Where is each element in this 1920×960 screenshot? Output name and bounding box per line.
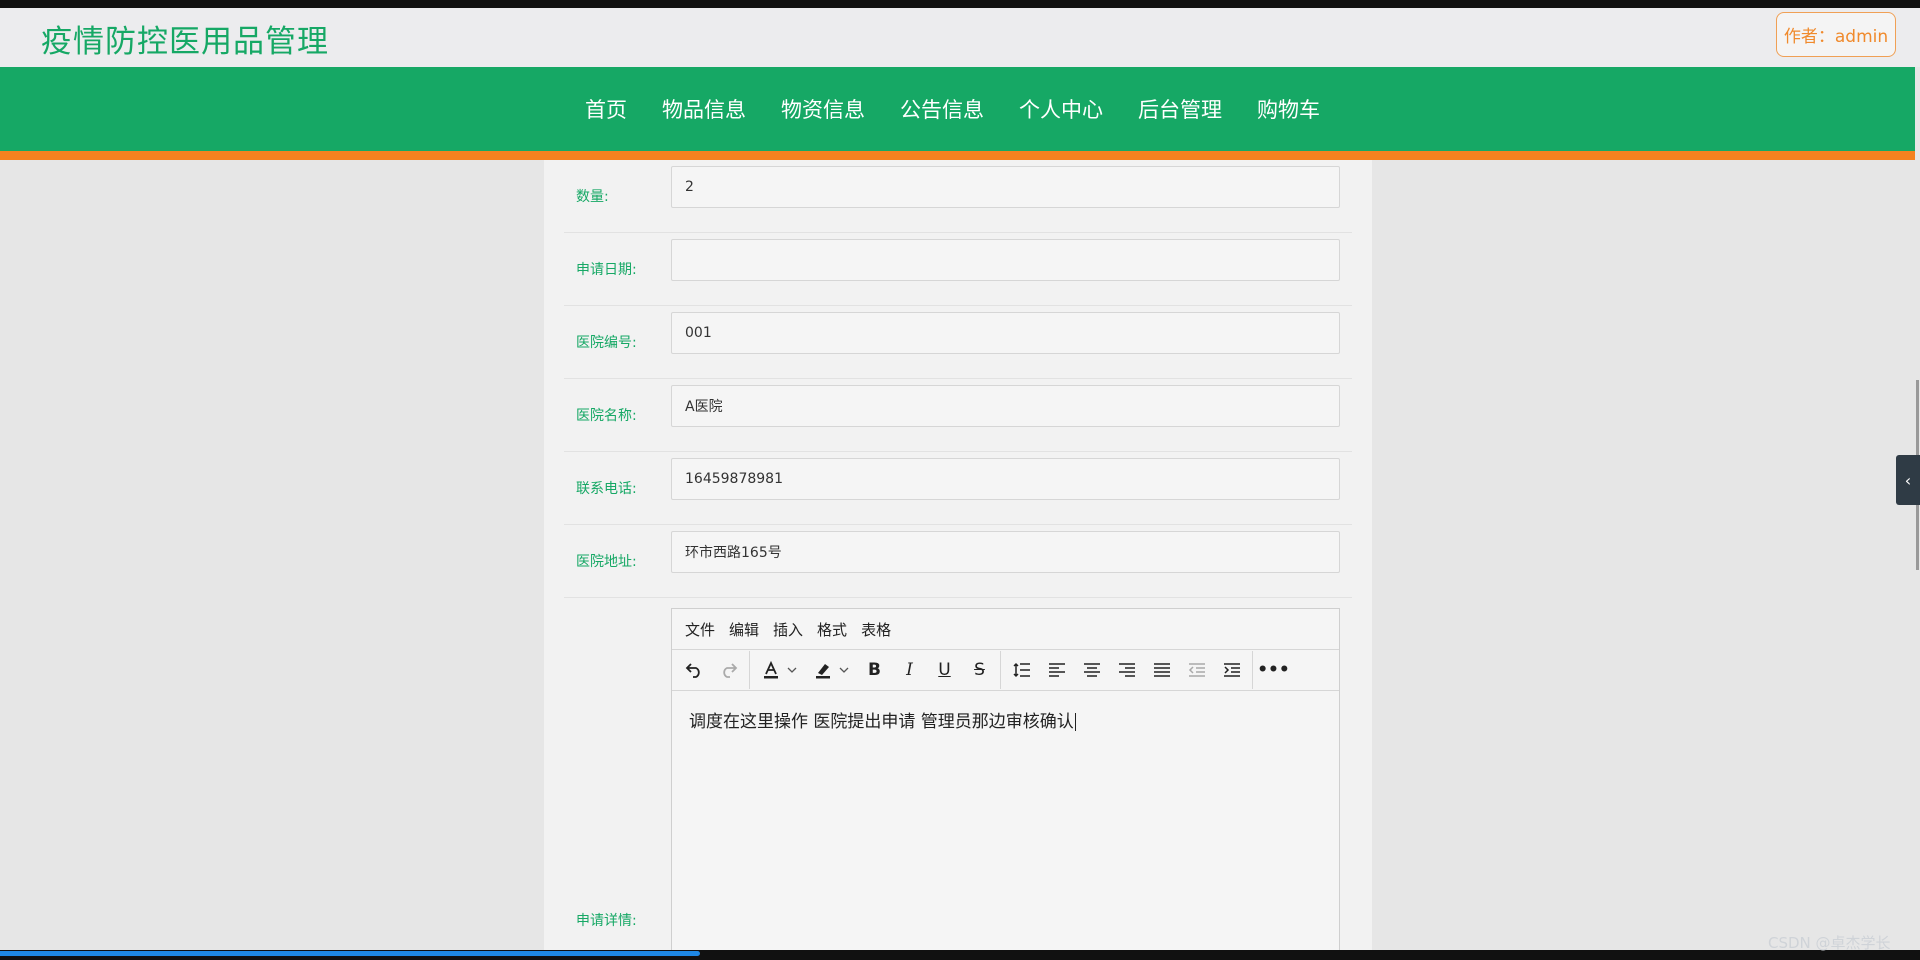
more-icon[interactable]: ••• (1256, 653, 1291, 688)
main-nav: 首页 物品信息 物资信息 公告信息 个人中心 后台管理 购物车 (0, 67, 1915, 151)
form-row-apply-date: 申请日期: (564, 233, 1352, 306)
detail-label: 申请详情: (576, 913, 637, 929)
window-top-bar (0, 0, 1920, 8)
page-progress-bar (0, 951, 700, 956)
application-form: 数量: 2 申请日期: 医院编号: 001 医院名称: A医院 联系电话: 16… (544, 160, 1372, 950)
quantity-label: 数量: (576, 189, 609, 205)
form-row-phone: 联系电话: 16459878981 (564, 452, 1352, 525)
editor-menu-edit[interactable]: 编辑 (729, 619, 759, 640)
toolbar-separator (1000, 651, 1001, 689)
site-title: 疫情防控医用品管理 (41, 24, 329, 60)
hospital-id-label: 医院编号: (576, 335, 637, 351)
nav-item-admin[interactable]: 后台管理 (1138, 94, 1222, 124)
align-left-icon[interactable] (1039, 653, 1074, 688)
editor-content-area[interactable]: 调度在这里操作 医院提出申请 管理员那边审核确认 (672, 691, 1339, 748)
editor-menu-format[interactable]: 格式 (817, 619, 847, 640)
bold-icon[interactable]: B (857, 653, 892, 688)
site-header: 疫情防控医用品管理 作者：admin (0, 8, 1920, 67)
editor-toolbar: B I U S ••• (672, 650, 1339, 691)
nav-item-cart[interactable]: 购物车 (1257, 94, 1320, 124)
nav-item-announcements[interactable]: 公告信息 (900, 94, 984, 124)
editor-menu-table[interactable]: 表格 (861, 619, 891, 640)
redo-icon[interactable] (711, 653, 746, 688)
apply-date-label: 申请日期: (576, 262, 637, 278)
form-row-hospital-id: 医院编号: 001 (564, 306, 1352, 379)
toolbar-separator (749, 651, 750, 689)
line-height-icon[interactable] (1004, 653, 1039, 688)
text-color-icon[interactable] (753, 660, 805, 680)
nav-menu: 首页 物品信息 物资信息 公告信息 个人中心 后台管理 购物车 (585, 67, 1355, 151)
rich-text-editor: 文件 编辑 插入 格式 表格 B I U S ••• 调度在这里操作 医院提出申… (671, 608, 1340, 950)
hospital-name-label: 医院名称: (576, 408, 637, 424)
nav-item-personal-center[interactable]: 个人中心 (1019, 94, 1103, 124)
chevron-left-icon: ‹ (1904, 470, 1912, 490)
nav-item-goods-info[interactable]: 物品信息 (662, 94, 746, 124)
form-row-hospital-name: 医院名称: A医院 (564, 379, 1352, 452)
underline-icon[interactable]: U (927, 653, 962, 688)
italic-icon[interactable]: I (892, 653, 927, 688)
address-input[interactable]: 环市西路165号 (671, 531, 1340, 573)
highlight-color-icon[interactable] (805, 660, 857, 680)
align-justify-icon[interactable] (1144, 653, 1179, 688)
editor-menu-file[interactable]: 文件 (685, 619, 715, 640)
text-caret (1074, 713, 1076, 731)
editor-content-text: 调度在这里操作 医院提出申请 管理员那边审核确认 (689, 712, 1074, 732)
editor-menu-insert[interactable]: 插入 (773, 619, 803, 640)
align-center-icon[interactable] (1074, 653, 1109, 688)
outdent-icon[interactable] (1179, 653, 1214, 688)
phone-label: 联系电话: (576, 481, 637, 497)
strikethrough-icon[interactable]: S (962, 653, 997, 688)
toolbar-separator (1252, 651, 1253, 689)
phone-input[interactable]: 16459878981 (671, 458, 1340, 500)
editor-menubar: 文件 编辑 插入 格式 表格 (672, 609, 1339, 650)
align-right-icon[interactable] (1109, 653, 1144, 688)
form-row-quantity: 数量: 2 (564, 160, 1352, 233)
quantity-input[interactable]: 2 (671, 166, 1340, 208)
nav-item-home[interactable]: 首页 (585, 94, 627, 124)
watermark: CSDN @卓杰学长 (1768, 934, 1891, 952)
nav-item-supplies-info[interactable]: 物资信息 (781, 94, 865, 124)
apply-date-input[interactable] (671, 239, 1340, 281)
indent-icon[interactable] (1214, 653, 1249, 688)
form-row-address: 医院地址: 环市西路165号 (564, 525, 1352, 598)
hospital-id-input[interactable]: 001 (671, 312, 1340, 354)
author-button[interactable]: 作者：admin (1776, 12, 1896, 57)
side-panel-toggle[interactable]: ‹ (1896, 455, 1920, 505)
hospital-name-input[interactable]: A医院 (671, 385, 1340, 427)
undo-icon[interactable] (676, 653, 711, 688)
address-label: 医院地址: (576, 554, 637, 570)
nav-accent-stripe (0, 151, 1915, 160)
